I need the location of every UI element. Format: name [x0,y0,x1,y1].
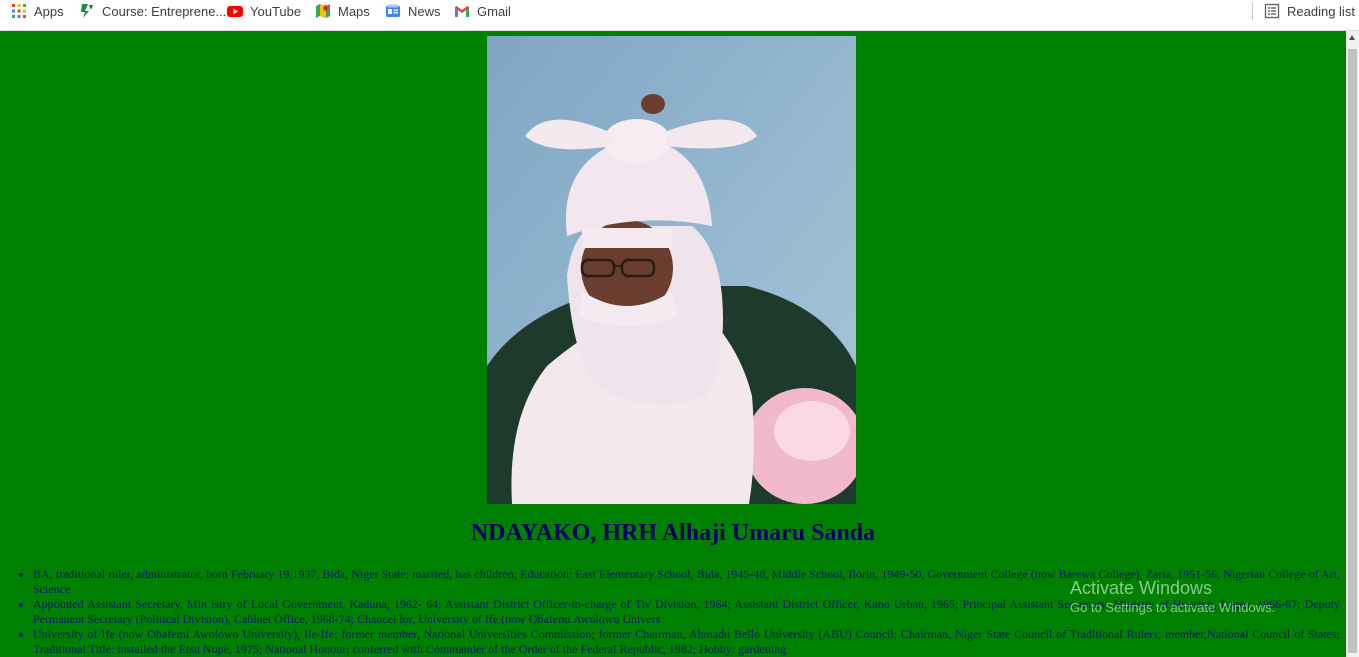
youtube-icon [227,3,243,19]
bookmarks-divider [1252,2,1253,20]
maps-icon [315,3,331,19]
course-s-logo-icon [79,3,95,19]
scroll-up-arrow-icon[interactable] [1349,35,1355,40]
reading-list-icon [1264,3,1280,19]
page-title: NDAYAKO, HRH Alhaji Umaru Sanda [470,520,876,546]
bookmark-course[interactable]: Course: Entreprene... [79,0,226,22]
bookmark-maps[interactable]: Maps [315,0,370,22]
bookmark-news[interactable]: News [385,0,441,22]
bookmark-apps[interactable]: Apps [11,0,64,22]
bookmark-label: Course: Entreprene... [102,3,227,19]
activate-windows-watermark: Activate Windows Go to Settings to activ… [1070,577,1275,616]
reading-list-button[interactable]: Reading list [1264,0,1355,22]
news-icon [385,3,401,19]
gmail-icon [454,3,470,19]
bookmark-label: News [408,3,441,19]
bookmark-label: Gmail [477,3,511,19]
reading-list-label: Reading list [1287,3,1355,19]
apps-grid-icon [11,3,27,19]
vertical-scrollbar[interactable] [1346,31,1359,657]
watermark-title: Activate Windows [1070,578,1213,598]
scroll-thumb[interactable] [1348,49,1357,653]
bookmark-label: Maps [338,3,370,19]
portrait-photo [487,36,856,504]
page-content: NDAYAKO, HRH Alhaji Umaru Sanda BA, trad… [0,31,1346,657]
list-item: University of Ife (now Obafemi Awolowo U… [33,627,1340,657]
watermark-subtitle: Go to Settings to activate Windows. [1070,600,1276,615]
bookmark-label: Apps [34,3,64,19]
bookmarks-bar: Apps Course: Entreprene... YouTube Maps … [0,0,1359,31]
bookmark-youtube[interactable]: YouTube [227,0,301,22]
bookmark-gmail[interactable]: Gmail [454,0,511,22]
bookmark-label: YouTube [250,3,302,19]
